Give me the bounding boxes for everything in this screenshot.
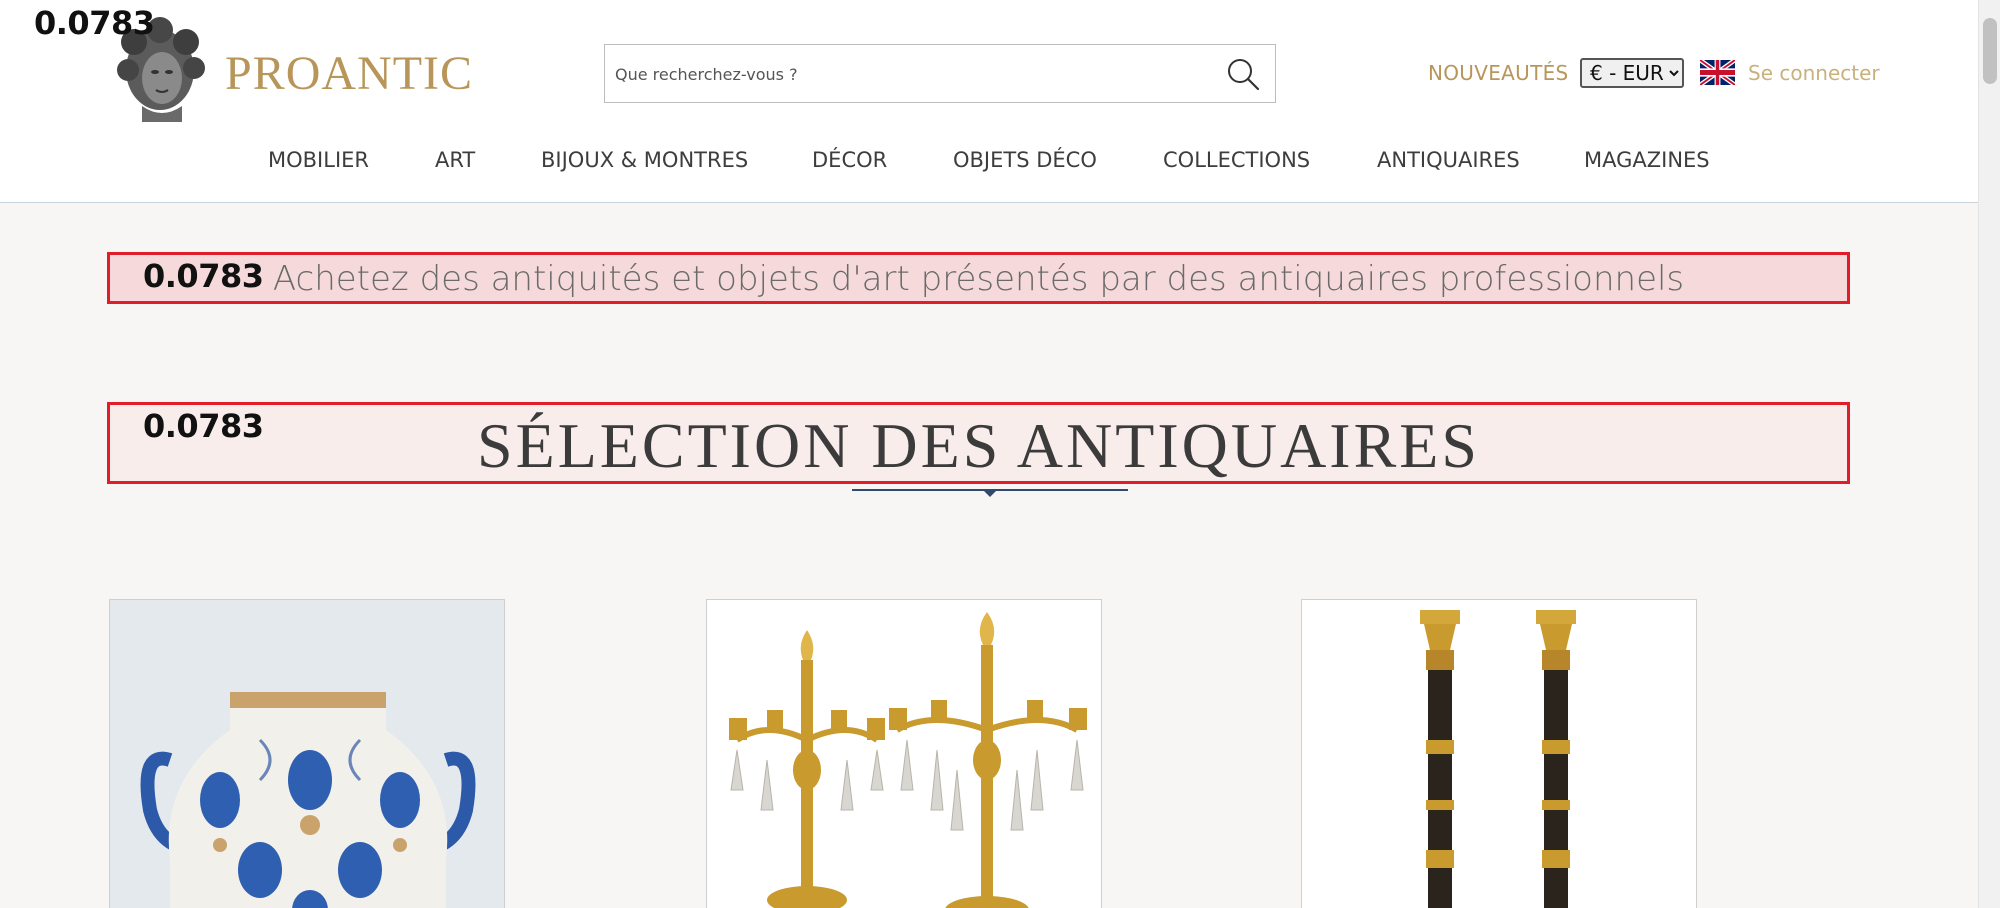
nav-item-magazines[interactable]: MAGAZINES — [1584, 148, 1710, 172]
score-label: 0.0783 — [143, 407, 264, 445]
main-nav: MOBILIER ART BIJOUX & MONTRES DÉCOR OBJE… — [0, 148, 1978, 184]
nav-item-antiquaires[interactable]: ANTIQUAIRES — [1377, 148, 1520, 172]
section-title: SÉLECTION DES ANTIQUAIRES — [477, 410, 1480, 481]
nav-item-collections[interactable]: COLLECTIONS — [1163, 148, 1310, 172]
score-label: 0.0783 — [143, 257, 264, 295]
nav-item-bijoux-montres[interactable]: BIJOUX & MONTRES — [541, 148, 748, 172]
product-card-vase[interactable] — [109, 599, 505, 908]
currency-select[interactable]: € - EUR — [1580, 58, 1684, 88]
candelabra-image — [707, 600, 1101, 908]
login-link[interactable]: Se connecter — [1748, 61, 1880, 85]
new-arrivals-link[interactable]: NOUVEAUTÉS — [1428, 61, 1569, 85]
search-input[interactable] — [615, 57, 1195, 91]
nav-item-objets-deco[interactable]: OBJETS DÉCO — [953, 148, 1097, 172]
site-header: 0.0783 PROANTIC NOUVEAUTÉS € - EUR Se co… — [0, 0, 1978, 203]
vase-image — [110, 600, 504, 908]
product-card-candlesticks[interactable] — [1301, 599, 1697, 908]
scrollbar-thumb[interactable] — [1983, 18, 1997, 84]
search-box — [604, 44, 1276, 103]
tagline-banner: 0.0783 Achetez des antiquités et objets … — [107, 252, 1850, 304]
candlesticks-image — [1302, 600, 1696, 908]
section-title-banner: 0.0783 SÉLECTION DES ANTIQUAIRES — [107, 402, 1850, 484]
product-card-candelabra[interactable] — [706, 599, 1102, 908]
uk-flag-icon[interactable] — [1700, 60, 1735, 85]
search-icon[interactable] — [1225, 56, 1261, 92]
divider-arrow-icon — [982, 489, 998, 497]
logo-text[interactable]: PROANTIC — [225, 46, 473, 101]
nav-item-mobilier[interactable]: MOBILIER — [268, 148, 369, 172]
score-label: 0.0783 — [34, 4, 155, 42]
nav-item-decor[interactable]: DÉCOR — [812, 148, 887, 172]
nav-item-art[interactable]: ART — [435, 148, 475, 172]
page-scrollbar[interactable] — [1978, 0, 2000, 908]
tagline: Achetez des antiquités et objets d'art p… — [272, 259, 1685, 299]
